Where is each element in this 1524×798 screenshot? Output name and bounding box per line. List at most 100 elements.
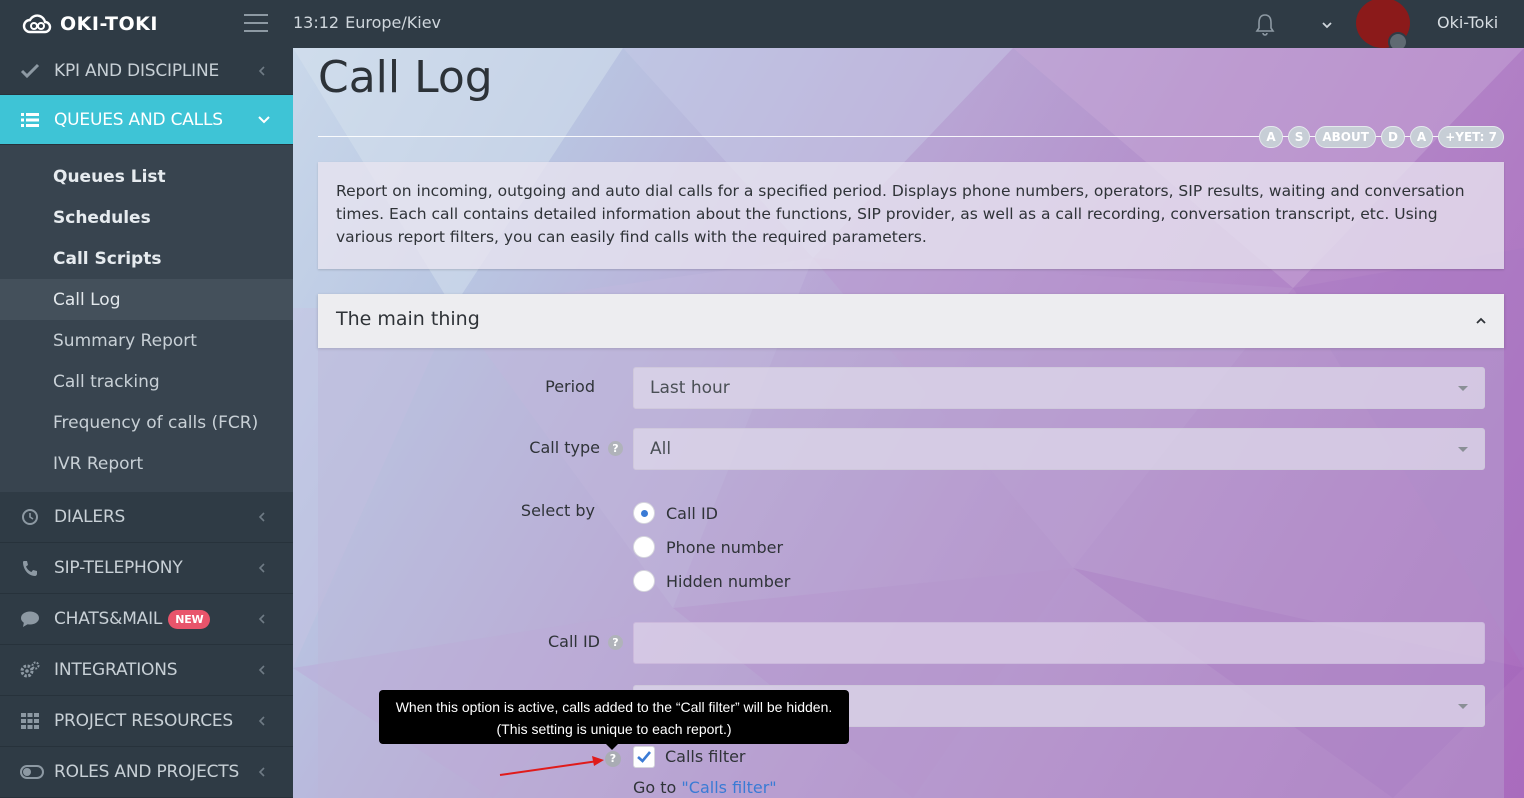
check-icon: [20, 63, 40, 79]
top-bar: OKI-TOKI 13:12 Europe/Kiev Oki-Toki: [0, 0, 1524, 52]
chevron-left-icon: [258, 563, 265, 573]
panel-header-main-thing[interactable]: The main thing: [318, 294, 1504, 348]
sidebar-item-dialers[interactable]: DIALERS: [0, 492, 293, 543]
chat-icon: [21, 611, 39, 627]
chevron-up-icon[interactable]: [1474, 314, 1488, 328]
pill-about[interactable]: ABOUT: [1315, 126, 1376, 148]
calls-filter-label: Calls filter: [665, 747, 746, 766]
submenu-item-summary-report[interactable]: Summary Report: [0, 320, 293, 361]
chevron-down-icon: [258, 115, 270, 123]
calls-filter-tooltip: When this option is active, calls added …: [379, 690, 849, 750]
annotation-arrow-icon: [499, 756, 604, 776]
period-value: Last hour: [650, 378, 730, 398]
chevron-left-icon: [258, 66, 265, 76]
pill-a-second[interactable]: A: [1409, 126, 1434, 148]
sidebar-item-label: PROJECT RESOURCES: [54, 711, 233, 731]
sidebar-item-label: DIALERS: [54, 507, 126, 527]
clock-time: 13:12: [293, 13, 340, 32]
call-id-label: Call ID?: [473, 632, 623, 651]
bell-icon[interactable]: [1254, 12, 1276, 36]
chevron-down-icon[interactable]: [1320, 18, 1334, 32]
chevron-left-icon: [258, 767, 265, 777]
toggle-icon: [20, 765, 44, 779]
goto-calls-filter: Go to "Calls filter": [633, 778, 777, 797]
sidebar-item-label: KPI AND DISCIPLINE: [54, 61, 220, 81]
radio-button[interactable]: [633, 570, 655, 592]
submenu-queues-and-calls: Queues List Schedules Call Scripts Call …: [0, 145, 293, 492]
submenu-item-frequency-of-calls[interactable]: Frequency of calls (FCR): [0, 402, 293, 443]
sidebar-item-project-resources[interactable]: PROJECT RESOURCES: [0, 696, 293, 747]
dropdown-arrow-icon: [1458, 704, 1468, 709]
clock-timezone: Europe/Kiev: [345, 13, 442, 32]
radio-phone-number[interactable]: Phone number: [633, 534, 783, 560]
call-type-select[interactable]: All: [633, 428, 1485, 470]
radio-label: Hidden number: [666, 571, 791, 591]
calls-filter-checkbox[interactable]: [633, 746, 655, 768]
pill-d[interactable]: D: [1380, 126, 1405, 148]
submenu-item-call-scripts[interactable]: Call Scripts: [0, 238, 293, 279]
report-description: Report on incoming, outgoing and auto di…: [318, 162, 1504, 269]
calls-filter-link[interactable]: "Calls filter": [681, 778, 776, 797]
logo[interactable]: OKI-TOKI: [22, 10, 158, 38]
dropdown-arrow-icon: [1458, 386, 1468, 391]
sidebar-item-chats-and-mail[interactable]: CHATS&MAIL NEW: [0, 594, 293, 645]
username[interactable]: Oki-Toki: [1437, 13, 1498, 32]
select-by-label: Select by: [520, 501, 595, 520]
period-label: Period: [545, 377, 595, 396]
call-type-label: Call type?: [473, 438, 623, 457]
dropdown-arrow-icon: [1458, 447, 1468, 452]
radio-label: Call ID: [666, 503, 718, 523]
list-icon: [21, 112, 39, 127]
pill-more[interactable]: +YET: 7: [1438, 126, 1504, 148]
clock: 13:12 Europe/Kiev: [293, 13, 441, 32]
call-id-label-text: Call ID: [548, 632, 600, 651]
radio-button-selected[interactable]: [633, 502, 655, 524]
chevron-left-icon: [258, 716, 265, 726]
phone-icon: [23, 561, 37, 576]
clock-icon: [22, 509, 38, 525]
radio-call-id[interactable]: Call ID: [633, 500, 718, 526]
help-icon[interactable]: ?: [608, 635, 623, 650]
sidebar-item-roles-and-projects[interactable]: ROLES AND PROJECTS: [0, 747, 293, 798]
gears-icon: [20, 661, 40, 678]
sidebar-item-queues-and-calls[interactable]: QUEUES AND CALLS: [0, 95, 293, 145]
submenu-item-queues-list[interactable]: Queues List: [0, 156, 293, 197]
main-content: Call Log A S ABOUT D A +YET: 7 Report on…: [293, 48, 1524, 798]
chevron-left-icon: [258, 512, 265, 522]
sidebar-item-sip-telephony[interactable]: SIP-TELEPHONY: [0, 543, 293, 594]
chevron-left-icon: [258, 614, 265, 624]
radio-button[interactable]: [633, 536, 655, 558]
cloud-logo-icon: [22, 14, 52, 34]
submenu-item-schedules[interactable]: Schedules: [0, 197, 293, 238]
logo-text: OKI-TOKI: [60, 13, 158, 35]
radio-hidden-number[interactable]: Hidden number: [633, 568, 790, 594]
period-select[interactable]: Last hour: [633, 367, 1485, 409]
pill-s[interactable]: S: [1287, 126, 1311, 148]
call-type-label-text: Call type: [529, 438, 600, 457]
new-badge: NEW: [168, 609, 211, 629]
sidebar-item-label: INTEGRATIONS: [54, 660, 178, 680]
sidebar-item-kpi-and-discipline[interactable]: KPI AND DISCIPLINE: [0, 48, 293, 95]
grid-icon: [21, 713, 39, 729]
sidebar-item-text: CHATS&MAIL: [54, 609, 163, 629]
sidebar-item-label: SIP-TELEPHONY: [54, 558, 183, 578]
call-id-input[interactable]: [633, 622, 1485, 664]
sidebar-item-label: CHATS&MAIL NEW: [54, 609, 211, 629]
page-title: Call Log: [318, 52, 493, 103]
call-type-value: All: [650, 439, 672, 459]
sidebar-item-label: ROLES AND PROJECTS: [54, 762, 240, 782]
submenu-item-ivr-report[interactable]: IVR Report: [0, 443, 293, 484]
pill-a[interactable]: A: [1259, 126, 1283, 148]
sidebar-item-label: QUEUES AND CALLS: [54, 109, 223, 130]
submenu-item-call-tracking[interactable]: Call tracking: [0, 361, 293, 402]
sidebar-item-integrations[interactable]: INTEGRATIONS: [0, 645, 293, 696]
chevron-left-icon: [258, 665, 265, 675]
radio-label: Phone number: [666, 537, 784, 557]
menu-toggle-icon[interactable]: [244, 14, 268, 32]
sidebar: KPI AND DISCIPLINE QUEUES AND CALLS Queu…: [0, 48, 293, 798]
help-icon[interactable]: ?: [608, 441, 623, 456]
quick-nav-pills: A S ABOUT D A +YET: 7: [1259, 126, 1504, 148]
panel-title: The main thing: [336, 308, 480, 330]
checkmark-icon: [637, 751, 651, 763]
submenu-item-call-log[interactable]: Call Log: [0, 279, 293, 320]
